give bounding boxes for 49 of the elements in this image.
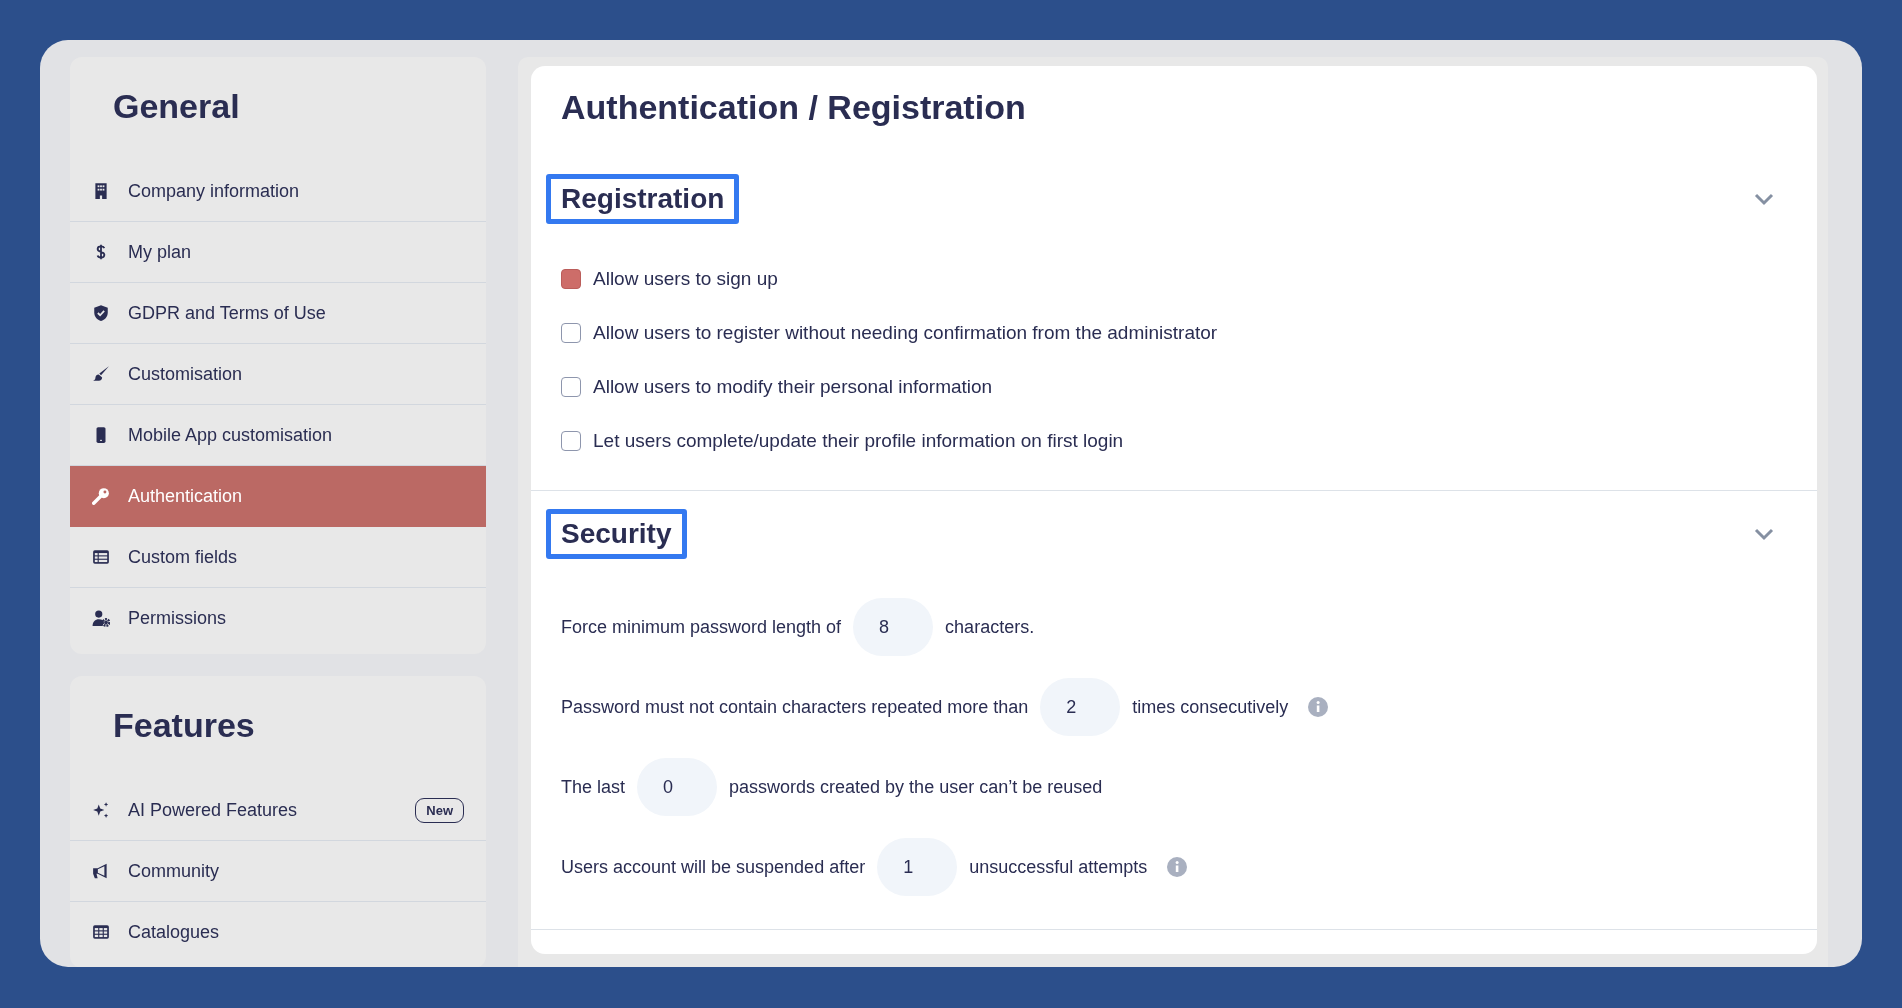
checkbox-label: Allow users to sign up [593, 268, 778, 290]
setting-text: passwords created by the user can’t be reused [729, 776, 1103, 798]
sidebar-item[interactable]: Community [70, 841, 486, 902]
sidebar-item[interactable]: Catalogues [70, 902, 486, 962]
checkbox-label: Allow users to modify their personal information [593, 376, 993, 398]
new-badge: New [415, 797, 464, 823]
checkbox-label: Allow users to register without needing confirmation from the administrator [593, 322, 1218, 344]
user-gear-icon [92, 609, 110, 627]
setting-text: Force minimum password length of [561, 616, 842, 638]
sidebar-item[interactable]: Authentication [70, 466, 486, 527]
sidebar-item[interactable]: Customisation [70, 344, 486, 405]
number-field[interactable]: 1 [877, 838, 958, 896]
checkbox[interactable] [561, 269, 581, 289]
sidebar-item[interactable]: Permissions [70, 588, 486, 648]
building-icon [92, 182, 110, 200]
chevron-icon[interactable] [1753, 527, 1775, 541]
grid-icon [92, 923, 110, 941]
checkbox[interactable] [561, 377, 581, 397]
chevron-icon[interactable] [1753, 192, 1775, 206]
sidebar-item[interactable]: My plan [70, 222, 486, 283]
checkbox[interactable] [561, 323, 581, 343]
page-title: Authentication / Registration [560, 87, 1027, 128]
setting-text: The last [561, 776, 626, 798]
setting-text: characters. [945, 616, 1035, 638]
brush-icon [92, 365, 110, 383]
key-icon [92, 487, 110, 505]
setting-text: unsuccessful attempts [969, 856, 1148, 878]
sidebar-item[interactable]: AI Powered Features New [70, 780, 486, 841]
setting-text: Password must not contain characters repeated more than [561, 696, 1029, 718]
section-title: Registration [546, 174, 740, 224]
setting-text: Users account will be suspended after [561, 856, 866, 878]
sidebar-item[interactable]: GDPR and Terms of Use [70, 283, 486, 344]
megaphone-icon [92, 862, 110, 880]
table-icon [92, 548, 110, 566]
setting-text: times consecutively [1132, 696, 1289, 718]
checkbox[interactable] [561, 431, 581, 451]
sidebar-group-title: Features [112, 705, 256, 746]
sidebar-group-title: General [112, 86, 241, 127]
info-icon[interactable] [1308, 697, 1329, 717]
checkbox-label: Let users complete/update their profile information on first login [593, 430, 1124, 452]
number-field[interactable]: 8 [853, 598, 934, 656]
sparkles-icon [92, 801, 110, 819]
info-icon[interactable] [1167, 857, 1188, 877]
sidebar-item[interactable]: Custom fields [70, 527, 486, 588]
number-field[interactable]: 2 [1040, 678, 1121, 736]
section-title: Security [546, 509, 687, 559]
shield-icon [92, 304, 110, 322]
sidebar-item[interactable]: Company information [70, 161, 486, 222]
number-field[interactable]: 0 [637, 758, 718, 816]
